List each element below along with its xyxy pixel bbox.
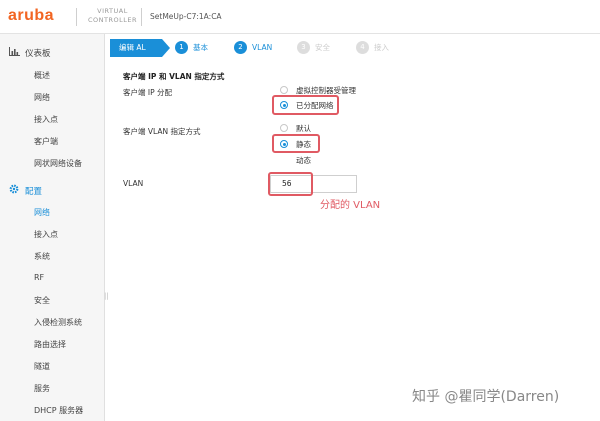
- highlight-box-vlan: [268, 172, 313, 196]
- wizard-step-basic[interactable]: 1 基本: [175, 41, 208, 55]
- radio-button[interactable]: [280, 124, 288, 132]
- sidebar-section-label: 配置: [25, 187, 43, 197]
- sidebar-item-tunneling[interactable]: 隧道: [34, 361, 50, 372]
- step-number: 4: [356, 41, 369, 54]
- sidebar-item-dhcp-server[interactable]: DHCP 服务器: [34, 405, 83, 416]
- step-number: 2: [234, 41, 247, 54]
- highlight-box-static: [272, 134, 320, 153]
- edit-network-tab[interactable]: 编辑 AL: [110, 39, 170, 57]
- sidebar-item-access-points[interactable]: 接入点: [34, 114, 58, 125]
- highlight-box-ip: [272, 95, 339, 115]
- aruba-logo[interactable]: aruba: [8, 7, 54, 25]
- sidebar-item-rf[interactable]: RF: [34, 273, 44, 282]
- radio-label: 虚拟控制器受管理: [296, 86, 356, 95]
- step-number: 1: [175, 41, 188, 54]
- sidebar-section-label: 仪表板: [25, 49, 51, 59]
- sidebar-item-config-networks[interactable]: 网络: [34, 207, 50, 218]
- sidebar-resize-handle[interactable]: ||: [104, 292, 109, 300]
- header-divider-2: [141, 8, 142, 26]
- sidebar-item-mesh-devices[interactable]: 网状网络设备: [34, 158, 82, 169]
- sidebar: 仪表板 概述 网络 接入点 客户端 网状网络设备 配置 网络 接入点 系统 RF…: [0, 34, 105, 421]
- product-name: VIRTUAL CONTROLLER: [88, 7, 137, 25]
- radio-button[interactable]: [280, 86, 288, 94]
- step-label: 基本: [193, 43, 208, 52]
- sidebar-section-dashboard[interactable]: 仪表板: [8, 47, 51, 59]
- product-name-line1: VIRTUAL: [97, 7, 128, 15]
- step-label: 安全: [315, 43, 330, 52]
- radio-label: 默认: [296, 124, 311, 133]
- sidebar-item-routing[interactable]: 路由选择: [34, 339, 66, 350]
- radio-dynamic[interactable]: 动态: [280, 155, 311, 167]
- sidebar-item-overview[interactable]: 概述: [34, 70, 50, 81]
- step-number: 3: [297, 41, 310, 54]
- watermark: 知乎 @瞿同学(Darren): [412, 389, 560, 405]
- sidebar-item-ids[interactable]: 入侵检测系统: [34, 317, 82, 328]
- header-divider: [76, 8, 77, 26]
- sidebar-item-system[interactable]: 系统: [34, 251, 50, 262]
- step-label: 接入: [374, 43, 389, 52]
- sidebar-item-config-access-points[interactable]: 接入点: [34, 229, 58, 240]
- sidebar-item-clients[interactable]: 客户端: [34, 136, 58, 147]
- section-title: 客户端 IP 和 VLAN 指定方式: [123, 72, 225, 81]
- controller-name: SetMeUp-C7:1A:CA: [150, 12, 222, 21]
- client-vlan-assignment-label: 客户端 VLAN 指定方式: [123, 127, 201, 136]
- radio-label: 动态: [296, 156, 311, 165]
- step-label: VLAN: [252, 43, 273, 52]
- client-ip-assignment-label: 客户端 IP 分配: [123, 88, 173, 97]
- gear-icon: [8, 184, 20, 197]
- sidebar-item-security[interactable]: 安全: [34, 295, 50, 306]
- sidebar-item-networks[interactable]: 网络: [34, 92, 50, 103]
- top-header: aruba VIRTUAL CONTROLLER SetMeUp-C7:1A:C…: [0, 0, 600, 34]
- sidebar-item-services[interactable]: 服务: [34, 383, 50, 394]
- sidebar-section-configuration[interactable]: 配置: [8, 184, 42, 197]
- annotation-assigned-vlan: 分配的 VLAN: [320, 200, 381, 211]
- wizard-steps: 编辑 AL 1 基本 2 VLAN 3 安全 4 接入: [110, 39, 600, 57]
- wizard-step-security[interactable]: 3 安全: [297, 41, 330, 55]
- bar-chart-icon: [8, 47, 20, 59]
- vlan-label: VLAN: [123, 179, 144, 188]
- wizard-step-access[interactable]: 4 接入: [356, 41, 389, 55]
- wizard-step-vlan[interactable]: 2 VLAN: [234, 41, 272, 55]
- product-name-line2: CONTROLLER: [88, 16, 137, 24]
